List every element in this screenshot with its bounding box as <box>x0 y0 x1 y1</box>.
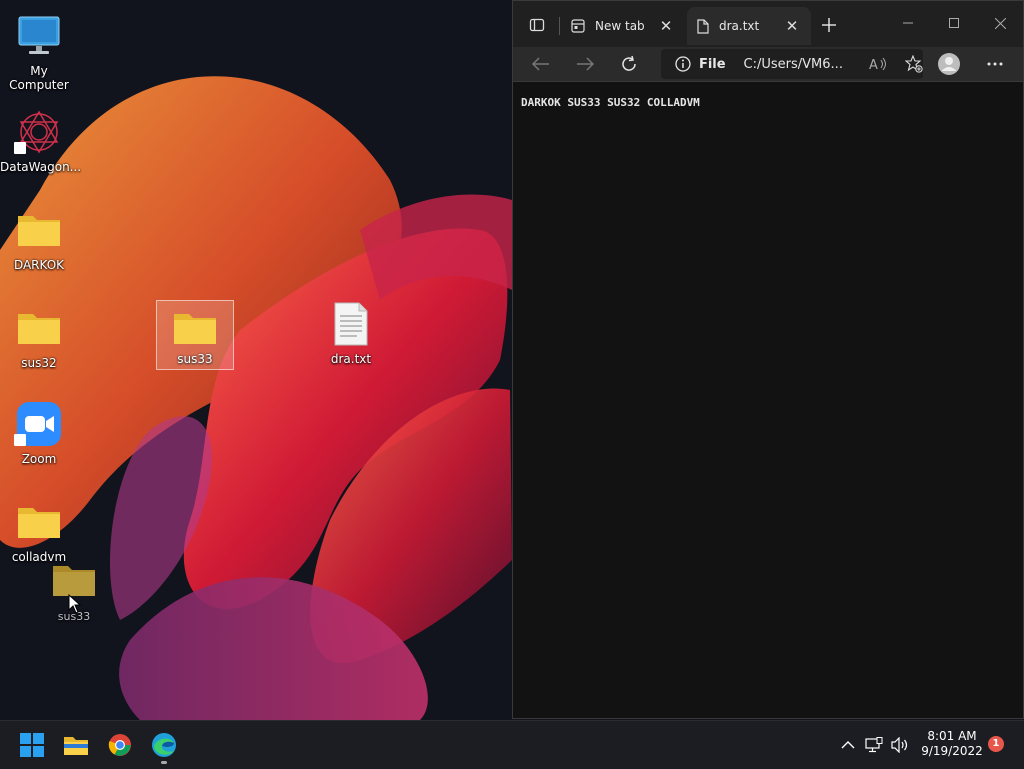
browser-toolbar: File C:/Users/VM6... A <box>513 47 1023 82</box>
tab-actions-button[interactable] <box>523 11 551 39</box>
read-aloud-icon[interactable]: A <box>869 56 887 72</box>
url-text[interactable]: C:/Users/VM6... <box>744 57 864 72</box>
close-icon <box>994 17 1006 29</box>
avatar-icon <box>938 53 960 75</box>
maximize-button[interactable] <box>931 9 977 37</box>
desktop-icon-my-computer[interactable]: My Computer <box>0 12 78 92</box>
clock-time: 8:01 AM <box>927 729 977 743</box>
close-button[interactable] <box>977 9 1023 37</box>
file-page-icon <box>697 18 709 34</box>
chevron-up-icon <box>841 741 855 749</box>
desktop-icon-label: sus32 <box>21 356 57 370</box>
desktop-icon-label: Zoom <box>21 452 57 466</box>
clock-date: 9/19/2022 <box>921 744 983 758</box>
taskbar: 8:01 AM 9/19/2022 <box>0 720 1024 769</box>
refresh-button[interactable] <box>615 50 643 78</box>
chrome-icon <box>108 734 131 756</box>
favorite-add-icon[interactable] <box>905 55 923 73</box>
arrow-left-icon <box>532 57 549 71</box>
start-button[interactable] <box>16 729 48 761</box>
folder-icon <box>174 314 216 344</box>
tab-label: dra.txt <box>719 19 760 33</box>
monitor-icon <box>18 16 60 54</box>
windows-logo-icon <box>20 733 44 757</box>
new-tab-button[interactable] <box>815 11 843 39</box>
forward-button[interactable] <box>571 50 599 78</box>
address-bar[interactable]: File C:/Users/VM6... A <box>661 49 923 79</box>
desktop-icon-label: dra.txt <box>330 352 372 366</box>
drag-ghost-sus33: sus33 <box>35 560 113 624</box>
minimize-button[interactable] <box>885 9 931 37</box>
network-button[interactable] <box>864 735 884 755</box>
desktop-icon-sus33[interactable]: sus33 <box>156 300 234 370</box>
tab-new-tab[interactable]: New tab ✕ <box>561 7 685 45</box>
desktop-icon-datawagon[interactable]: DataWagon... <box>0 108 82 174</box>
new-tab-page-icon <box>571 19 585 33</box>
back-button[interactable] <box>527 50 555 78</box>
tab-dra-txt[interactable]: dra.txt ✕ <box>687 7 811 45</box>
desktop-icon-dra-txt[interactable]: dra.txt <box>312 300 390 366</box>
folder-icon <box>18 216 60 246</box>
desktop-icon-sus32[interactable]: sus32 <box>0 304 78 370</box>
network-icon <box>865 737 883 753</box>
shortcut-arrow-icon <box>14 434 26 446</box>
scheme-label: File <box>698 56 726 72</box>
folder-icon <box>53 566 95 596</box>
tab-close-icon[interactable]: ✕ <box>783 17 801 35</box>
svg-text:A: A <box>869 58 878 72</box>
page-content[interactable]: DARKOK SUS33 SUS32 COLLADVM <box>513 82 1023 718</box>
desktop-icon-label: DARKOK <box>13 258 65 272</box>
more-dots-icon <box>987 62 1003 66</box>
tab-actions-icon <box>529 18 545 32</box>
tab-label: New tab <box>595 19 645 33</box>
arrow-right-icon <box>577 57 594 71</box>
file-explorer-icon <box>64 737 88 755</box>
folder-icon <box>18 314 60 344</box>
text-file-icon <box>334 302 368 346</box>
settings-more-button[interactable] <box>981 50 1009 78</box>
tab-bar: New tab ✕ dra.txt ✕ <box>513 1 1023 47</box>
taskbar-clock[interactable]: 8:01 AM 9/19/2022 <box>918 729 986 759</box>
desktop-icon-label: DataWagon... <box>0 160 82 174</box>
refresh-icon <box>622 55 636 71</box>
desktop-icon-darkok[interactable]: DARKOK <box>0 206 78 272</box>
folder-icon <box>18 508 60 538</box>
edge-icon <box>152 733 176 757</box>
file-text-content: DARKOK SUS33 SUS32 COLLADVM <box>521 96 700 109</box>
taskbar-file-explorer[interactable] <box>60 729 92 761</box>
desktop-icon-label: My Computer <box>9 64 69 92</box>
show-hidden-icons-button[interactable] <box>838 735 858 755</box>
shortcut-arrow-icon <box>14 142 26 154</box>
minimize-icon <box>903 22 913 24</box>
desktop-icon-zoom[interactable]: Zoom <box>0 400 78 466</box>
plus-icon <box>822 18 836 32</box>
volume-button[interactable] <box>890 735 910 755</box>
taskbar-edge[interactable] <box>148 729 180 764</box>
notification-badge[interactable]: 1 <box>988 736 1004 752</box>
mouse-cursor-icon <box>68 594 82 614</box>
info-icon[interactable] <box>675 56 691 72</box>
maximize-icon <box>949 18 959 28</box>
speaker-icon <box>891 737 908 753</box>
profile-button[interactable] <box>935 50 963 78</box>
desktop-icon-colladvm[interactable]: colladvm <box>0 498 78 564</box>
taskbar-chrome[interactable] <box>104 729 136 761</box>
tab-separator <box>559 17 560 35</box>
running-indicator <box>161 761 167 764</box>
browser-window: New tab ✕ dra.txt ✕ File C:/Users/VM6...… <box>512 0 1024 719</box>
tab-close-icon[interactable]: ✕ <box>657 17 675 35</box>
